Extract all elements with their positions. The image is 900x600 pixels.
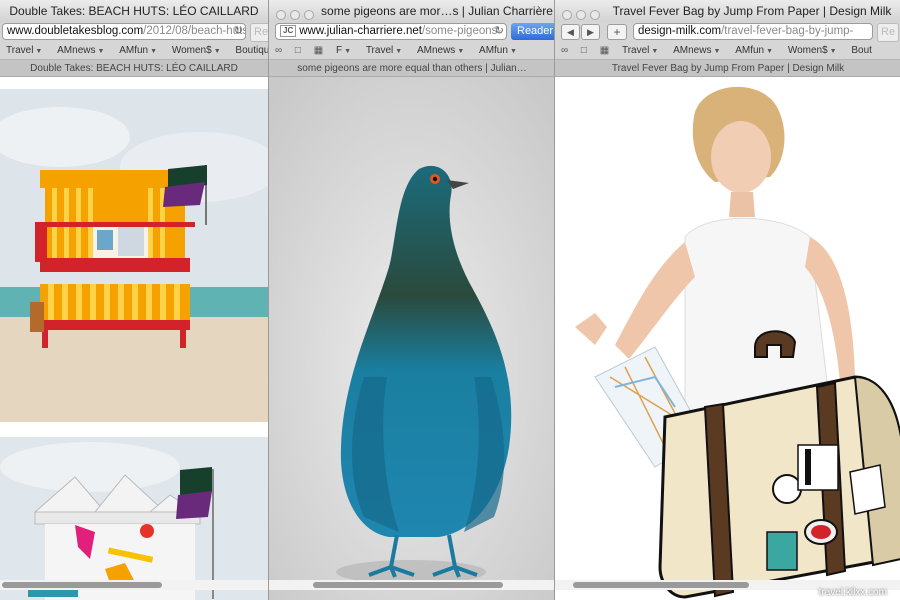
chevron-down-icon: ▼ <box>344 48 352 55</box>
url-path: /2012/08/beach-huts- <box>143 25 246 37</box>
title-bar: some pigeons are mor…s | Julian Charrièr… <box>269 0 555 22</box>
close-window-button[interactable] <box>276 10 286 20</box>
page-content <box>555 77 900 600</box>
url-domain: www.doubletakesblog.com <box>7 25 144 37</box>
lifeguard-hut-photo <box>0 89 268 422</box>
toolbar: ◀ ▶ + design-milk.com/travel-fever-bag-b… <box>555 22 900 42</box>
horizontal-scrollbar[interactable] <box>0 580 268 590</box>
bookmarks-icon[interactable]: □ <box>581 42 587 59</box>
address-bar[interactable]: www.doubletakesblog.com/2012/08/beach-hu… <box>2 23 246 40</box>
bookmark-folder-boutique[interactable]: Bout <box>851 42 872 59</box>
site-favicon: JC <box>280 25 297 37</box>
chevron-down-icon: ▼ <box>509 48 517 55</box>
tab-active[interactable]: Travel Fever Bag by Jump From Paper | De… <box>555 59 900 77</box>
bookmark-folder-amnews[interactable]: AMnews ▼ <box>57 42 104 59</box>
bookmark-folder-women[interactable]: Women$ ▼ <box>172 42 221 59</box>
forward-button[interactable]: ▶ <box>581 24 600 40</box>
chevron-down-icon: ▼ <box>395 48 403 55</box>
chevron-down-icon: ▼ <box>829 48 837 55</box>
minimize-window-button[interactable] <box>290 10 300 20</box>
bookmark-folder-amfun[interactable]: AMfun ▼ <box>479 42 517 59</box>
pigeon-photo <box>269 77 555 600</box>
title-bar: Double Takes: BEACH HUTS: LÉO CAILLARD <box>0 0 268 22</box>
bookmark-folder-f[interactable]: F ▼ <box>336 42 351 59</box>
page-content <box>0 77 268 600</box>
reader-button[interactable]: Re <box>877 23 900 42</box>
browser-window-beach-huts: Double Takes: BEACH HUTS: LÉO CAILLARD w… <box>0 0 268 600</box>
chevron-down-icon: ▼ <box>97 48 105 55</box>
chevron-down-icon: ▼ <box>213 48 221 55</box>
browser-window-design-milk: Travel Fever Bag by Jump From Paper | De… <box>554 0 900 600</box>
horizontal-scrollbar[interactable] <box>269 580 555 590</box>
bookmark-folder-amfun[interactable]: AMfun ▼ <box>735 42 773 59</box>
window-controls <box>276 5 318 22</box>
chevron-down-icon: ▼ <box>457 48 465 55</box>
bookmark-folder-women[interactable]: Women$ ▼ <box>788 42 837 59</box>
reader-button[interactable]: Re <box>250 23 268 42</box>
bookmarks-bar: ∞ □ ▦ Travel ▼ AMnews ▼ AMfun ▼ Women$ ▼ Bou… <box>555 42 900 59</box>
bookmark-folder-amnews[interactable]: AMnews ▼ <box>673 42 720 59</box>
reader-button[interactable]: Reader <box>511 23 555 40</box>
window-title: Travel Fever Bag by Jump From Paper | De… <box>612 4 892 18</box>
bookmark-folder-travel[interactable]: Travel ▼ <box>366 42 402 59</box>
address-bar[interactable]: design-milk.com/travel-fever-bag-by-jump… <box>633 23 873 40</box>
scrollbar-thumb[interactable] <box>573 582 749 588</box>
chevron-down-icon: ▼ <box>150 48 158 55</box>
reload-icon[interactable]: ↻ <box>234 24 243 39</box>
bookmark-folder-amnews[interactable]: AMnews ▼ <box>417 42 464 59</box>
bookmark-folder-travel[interactable]: Travel ▼ <box>622 42 658 59</box>
url-domain: www.julian-charriere.net <box>299 25 422 37</box>
bookmark-folder-amfun[interactable]: AMfun ▼ <box>119 42 157 59</box>
top-sites-icon[interactable]: ▦ <box>314 42 323 59</box>
reload-icon[interactable]: ↻ <box>495 24 504 39</box>
close-window-button[interactable] <box>562 10 572 20</box>
white-hut-photo <box>0 437 268 600</box>
reading-list-icon[interactable]: ∞ <box>561 42 568 59</box>
url-path: /travel-fever-bag-by-jump- <box>721 25 854 37</box>
chevron-down-icon: ▼ <box>35 48 43 55</box>
scrollbar-thumb[interactable] <box>313 582 503 588</box>
woman-with-bag-photo <box>555 77 900 600</box>
title-bar: Travel Fever Bag by Jump From Paper | De… <box>555 0 900 22</box>
url-domain: design-milk.com <box>638 25 722 37</box>
watermark: travel.kllxx.com <box>818 587 887 598</box>
tab-active[interactable]: some pigeons are more equal than others … <box>269 59 555 77</box>
zoom-window-button[interactable] <box>304 10 314 20</box>
back-button[interactable]: ◀ <box>561 24 580 40</box>
bookmark-folder-boutique[interactable]: Boutique <box>235 42 268 59</box>
chevron-down-icon: ▼ <box>766 48 774 55</box>
url-path: /some-pigeons- <box>421 25 502 37</box>
tab-active[interactable]: Double Takes: BEACH HUTS: LÉO CAILLARD <box>0 59 268 77</box>
window-controls <box>562 5 604 22</box>
toolbar: JC www.julian-charriere.net/some-pigeons-… <box>269 22 555 42</box>
bookmarks-bar: ∞ □ ▦ F ▼ Travel ▼ AMnews ▼ AMfun ▼ <box>269 42 555 59</box>
window-title: Double Takes: BEACH HUTS: LÉO CAILLARD <box>9 4 259 18</box>
chevron-down-icon: ▼ <box>651 48 659 55</box>
browser-window-pigeons: some pigeons are mor…s | Julian Charrièr… <box>268 0 555 600</box>
chevron-down-icon: ▼ <box>713 48 721 55</box>
bookmarks-bar: Travel▼ AMnews▼ AMfun▼ Women$▼ Boutique <box>0 42 268 59</box>
bookmark-folder-travel[interactable]: Travel ▼ <box>6 42 42 59</box>
tab-title: some pigeons are more equal than others … <box>297 63 527 74</box>
add-tab-button[interactable]: + <box>607 24 627 40</box>
reading-list-icon[interactable]: ∞ <box>275 42 282 59</box>
address-bar[interactable]: JC www.julian-charriere.net/some-pigeons-… <box>275 23 507 40</box>
minimize-window-button[interactable] <box>576 10 586 20</box>
zoom-window-button[interactable] <box>590 10 600 20</box>
beach-huts-photos <box>0 77 268 600</box>
tab-title: Travel Fever Bag by Jump From Paper | De… <box>611 63 845 74</box>
tab-title: Double Takes: BEACH HUTS: LÉO CAILLARD <box>30 63 238 74</box>
toolbar: www.doubletakesblog.com/2012/08/beach-hu… <box>0 22 268 42</box>
top-sites-icon[interactable]: ▦ <box>600 42 609 59</box>
page-content <box>269 77 555 600</box>
bookmarks-icon[interactable]: □ <box>295 42 301 59</box>
scrollbar-thumb[interactable] <box>2 582 162 588</box>
